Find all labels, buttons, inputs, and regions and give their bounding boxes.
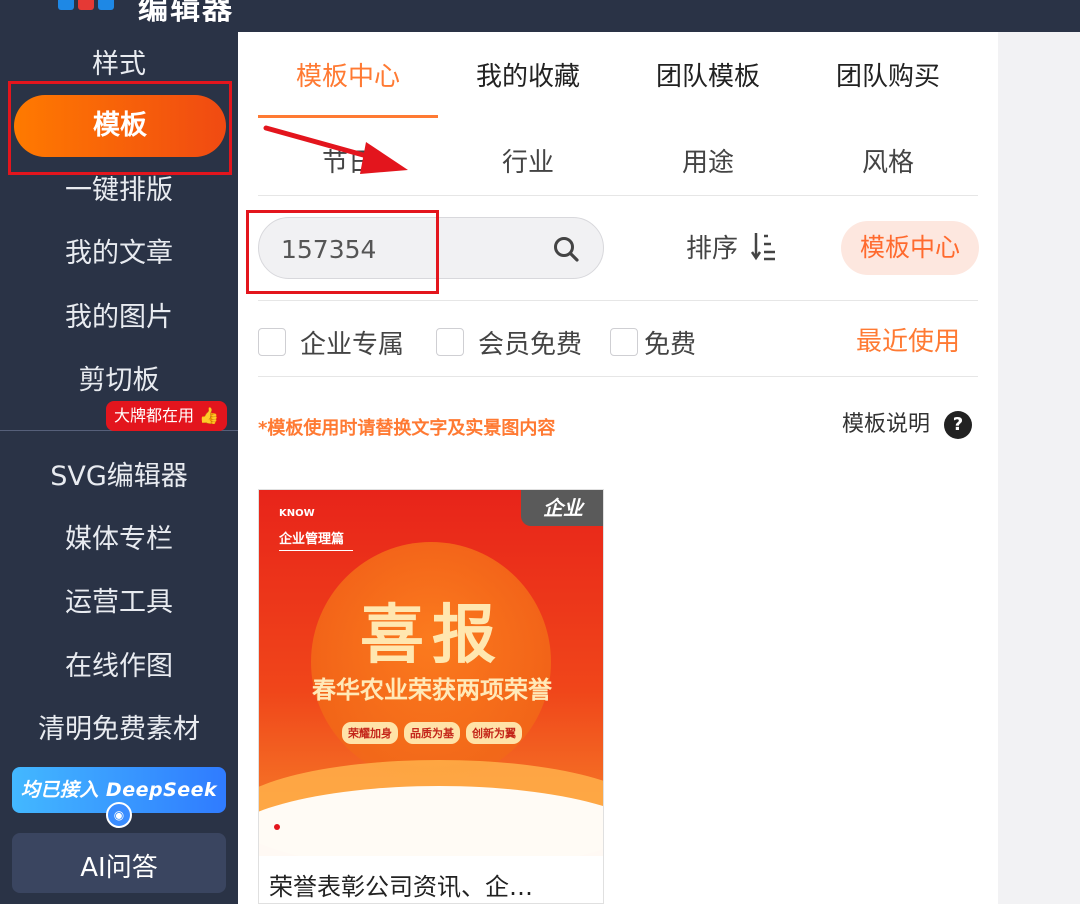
tab-team-purchase[interactable]: 团队购买 — [798, 52, 978, 102]
art-chip: 品质为基 — [404, 722, 460, 744]
checkbox[interactable] — [610, 328, 638, 356]
help-icon[interactable]: ? — [944, 411, 972, 439]
sidebar-item-svg-editor[interactable]: SVG编辑器 — [0, 452, 238, 502]
sub-tab-style[interactable]: 风格 — [828, 140, 948, 186]
divider-line — [258, 195, 978, 196]
sidebar-item-template[interactable]: 模板 — [14, 95, 226, 157]
art-dot — [274, 824, 280, 830]
art-tagline: 春华农业荣获两项荣誉 — [312, 676, 552, 704]
deepseek-whale-icon: ◉ — [106, 802, 132, 828]
checkbox[interactable] — [258, 328, 286, 356]
logo-icon — [58, 0, 128, 10]
tab-team-templates[interactable]: 团队模板 — [618, 52, 798, 102]
sidebar-item-online-drawing[interactable]: 在线作图 — [0, 642, 238, 692]
logo-text: 编辑器 — [138, 0, 234, 27]
art-underline — [279, 550, 353, 551]
active-tab-underline — [258, 115, 438, 118]
sidebar-item-one-click-layout[interactable]: 一键排版 — [0, 166, 238, 216]
ai-qa-button[interactable]: AI问答 — [12, 833, 226, 893]
search-icon[interactable] — [551, 234, 581, 264]
search-box[interactable] — [258, 217, 604, 279]
divider-line — [258, 376, 978, 377]
sidebar-item-my-images[interactable]: 我的图片 — [0, 293, 238, 343]
template-explain-link[interactable]: 模板说明 — [842, 410, 930, 440]
sort-descending-icon[interactable] — [750, 230, 778, 262]
filter-member-free[interactable]: 会员免费 — [436, 322, 582, 362]
checkbox[interactable] — [436, 328, 464, 356]
art-headline: 喜报 — [360, 599, 504, 673]
template-card-title[interactable]: 荣誉表彰公司资讯、企… — [269, 867, 589, 902]
sidebar-item-media-column[interactable]: 媒体专栏 — [0, 515, 238, 565]
art-subtitle: 企业管理篇 — [279, 532, 345, 547]
sidebar-item-clipboard[interactable]: 剪切板 — [0, 356, 238, 406]
top-bar: 编辑器 — [0, 0, 1080, 32]
sub-tab-usage[interactable]: 用途 — [648, 140, 768, 186]
sidebar-item-my-articles[interactable]: 我的文章 — [0, 229, 238, 279]
sidebar-item-ops-tools[interactable]: 运营工具 — [0, 578, 238, 628]
template-center-pill[interactable]: 模板中心 — [841, 221, 979, 275]
search-input[interactable] — [281, 232, 541, 266]
annotation-arrow-icon — [263, 125, 408, 174]
template-card[interactable]: KNOW 企业管理篇 喜报 春华农业荣获两项荣誉 荣耀加身 品质为基 创新为翼 … — [258, 489, 604, 904]
right-gutter — [998, 32, 1080, 904]
recently-used-link[interactable]: 最近使用 — [856, 322, 960, 362]
art-know-label: KNOW — [279, 508, 315, 519]
sub-tab-industry[interactable]: 行业 — [468, 140, 588, 186]
svg-editor-badge: 大牌都在用 👍 — [106, 401, 228, 431]
enterprise-badge: 企业 — [521, 490, 603, 526]
sidebar-item-style[interactable]: 样式 — [0, 40, 238, 90]
divider-line — [258, 300, 978, 301]
template-thumbnail: KNOW 企业管理篇 喜报 春华农业荣获两项荣誉 荣耀加身 品质为基 创新为翼 … — [259, 490, 603, 856]
art-chip: 荣耀加身 — [342, 722, 398, 744]
filter-enterprise[interactable]: 企业专属 — [258, 322, 404, 362]
sidebar-item-free-assets[interactable]: 清明免费素材 — [0, 705, 238, 755]
sort-label[interactable]: 排序 — [686, 228, 738, 265]
tab-my-favorites[interactable]: 我的收藏 — [438, 52, 618, 102]
filter-free[interactable]: 免费 — [610, 322, 696, 362]
art-wave — [259, 786, 603, 856]
usage-notice: *模板使用时请替换文字及实景图内容 — [258, 418, 556, 439]
art-chips: 荣耀加身 品质为基 创新为翼 — [259, 722, 603, 744]
tab-template-center[interactable]: 模板中心 — [258, 52, 438, 102]
art-chip: 创新为翼 — [466, 722, 522, 744]
